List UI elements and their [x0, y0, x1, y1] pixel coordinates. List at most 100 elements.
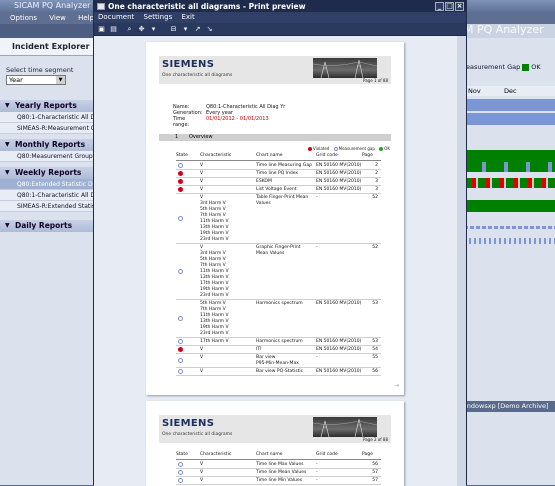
- page-number: Page 1 of 88: [363, 78, 388, 83]
- table-row[interactable]: V Bar view PQ-Statistic EN 50160 MV(2010) 5…: [176, 368, 381, 376]
- table-row[interactable]: V Time line Mean Values - 57: [176, 469, 381, 477]
- collapse-triangle-icon[interactable]: ▼: [5, 167, 10, 179]
- group-daily-reports[interactable]: ▼ Daily Reports: [0, 220, 95, 232]
- print-preview-menubar: Document Settings Exit: [94, 12, 466, 23]
- table-row[interactable]: V Time line Measuring Gap EN 50160 MV(2010…: [176, 162, 381, 170]
- export-icon[interactable]: ▤: [109, 25, 118, 34]
- gap-state-icon: [178, 216, 183, 221]
- measurement-gap-legend: easurement Gap OK: [466, 63, 541, 71]
- cell-page: 53: [372, 301, 378, 306]
- vertical-scrollbar[interactable]: [457, 36, 466, 486]
- status-bar-row: [464, 99, 555, 111]
- table-row[interactable]: V 3rd Harm V 5th Harm V 7th Harm V 11th …: [176, 194, 381, 244]
- power-line-photo: [313, 417, 377, 437]
- gap-state-icon: [178, 269, 183, 274]
- gap-state-icon: [178, 358, 183, 363]
- table-row[interactable]: 17th Harm V Harmonics spectrum EN 50160 MV…: [176, 338, 381, 346]
- table-row[interactable]: V ITI EN 50160 MV(2010) 54: [176, 346, 381, 354]
- report-item[interactable]: Q80:1-Characteristic All Diag: [0, 112, 95, 123]
- cell-chart: Time line Max Values: [256, 462, 304, 467]
- cell-grid: EN 50160 MV(2010): [316, 171, 362, 176]
- page-header: SIEMENS One characteristic all diagrams …: [159, 415, 391, 443]
- menu-help[interactable]: Help: [78, 14, 94, 22]
- cell-char: V: [200, 470, 204, 475]
- table-row[interactable]: V Time line Min Values - 57: [176, 477, 381, 485]
- table-row[interactable]: V ESKOM EN 50160 MV(2010) 3: [176, 178, 381, 186]
- zoom-icon[interactable]: ⌕: [125, 25, 134, 34]
- maximize-icon[interactable]: □: [445, 2, 454, 11]
- violated-dot-icon: [308, 147, 312, 151]
- cell-page: 55: [372, 355, 378, 360]
- zoom-reset-icon[interactable]: ↘: [205, 25, 214, 34]
- gap-state-icon: [178, 339, 183, 344]
- print-preview-toolbar: ▣ ▤ ⌕ ✥ ▾ ⊟ ▾ ↗ ↘: [94, 23, 466, 36]
- group-monthly-reports[interactable]: ▼ Monthly Reports: [0, 139, 95, 151]
- zoom-in-icon[interactable]: ↗: [193, 25, 202, 34]
- menu-view[interactable]: View: [49, 14, 66, 22]
- minimize-icon[interactable]: _: [435, 2, 444, 11]
- status-bar-row: [464, 238, 555, 244]
- menu-settings[interactable]: Settings: [144, 13, 173, 21]
- cell-grid: -: [316, 462, 318, 467]
- cell-char: V: [200, 163, 204, 168]
- fit-page-icon[interactable]: ▾: [149, 25, 158, 34]
- cell-page: 56: [372, 462, 378, 467]
- table-row[interactable]: 5th Harm V 7th Harm V 11th Harm V 13th H…: [176, 300, 381, 338]
- state-legend: Violated Measurement gap OK: [308, 146, 390, 151]
- zoom-out-icon[interactable]: ⊟: [169, 25, 178, 34]
- cell-chart: Bar view P95-Min-Mean-Max: [256, 355, 299, 366]
- group-weekly-reports[interactable]: ▼ Weekly Reports: [0, 167, 95, 179]
- menu-exit[interactable]: Exit: [181, 13, 194, 21]
- cell-page: 54: [372, 347, 378, 352]
- cell-char: 5th Harm V 7th Harm V 11th Harm V 13th H…: [200, 301, 229, 336]
- collapse-triangle-icon[interactable]: ▼: [5, 220, 10, 232]
- report-item[interactable]: SIMEAS-R:Extended Statistic: [0, 201, 95, 212]
- menu-options[interactable]: Options: [10, 14, 37, 22]
- gap-state-icon: [178, 369, 183, 374]
- collapse-triangle-icon[interactable]: ▼: [5, 100, 10, 112]
- group-yearly-reports[interactable]: ▼ Yearly Reports: [0, 100, 95, 112]
- time-segment-select[interactable]: Year ▼: [6, 75, 66, 85]
- status-bar-row: [464, 113, 555, 125]
- table-row[interactable]: V 3rd Harm V 5th Harm V 7th Harm V 11th …: [176, 244, 381, 300]
- cell-grid: EN 50160 MV(2010): [316, 179, 362, 184]
- cell-chart: Harmonics spectrum: [256, 339, 303, 344]
- cell-char: V: [200, 347, 204, 352]
- table-row[interactable]: V Time line Max Values - 56: [176, 461, 381, 469]
- report-item[interactable]: Q80:Measurement Group: [0, 151, 95, 162]
- report-item[interactable]: Q80:1-Characteristic All Diag: [0, 190, 95, 201]
- cell-chart: Harmonics spectrum: [256, 301, 303, 306]
- preview-page-1: SIEMENS One characteristic all diagrams …: [146, 42, 404, 395]
- next-arrow-icon[interactable]: →: [394, 382, 399, 389]
- menu-document[interactable]: Document: [98, 13, 134, 21]
- cell-char: V: [200, 179, 204, 184]
- explorer-title: Incident Explorer: [0, 38, 94, 56]
- table-row[interactable]: V Bar view P95-Min-Mean-Max - 55: [176, 354, 381, 368]
- preview-page-2: SIEMENS One characteristic all diagrams …: [146, 401, 404, 486]
- status-bar-row: [464, 178, 555, 188]
- close-icon[interactable]: ×: [455, 2, 464, 11]
- table-row[interactable]: V List Voltage Event EN 50160 MV(2010) 3: [176, 186, 381, 194]
- cell-chart: ESKOM: [256, 179, 272, 184]
- status-bar-row: [464, 162, 555, 172]
- zoom-out-chevron-icon[interactable]: ▾: [181, 25, 190, 34]
- chevron-down-icon[interactable]: ▼: [56, 76, 65, 84]
- cell-chart: Table Finger-Print Mean Values: [256, 195, 309, 206]
- violated-state-icon: [178, 347, 183, 352]
- cell-grid: EN 50160 MV(2010): [316, 339, 362, 344]
- siemens-logo: SIEMENS: [162, 59, 215, 70]
- print-icon[interactable]: ▣: [97, 25, 106, 34]
- gap-state-icon: [178, 470, 183, 475]
- cell-page: 56: [372, 369, 378, 374]
- cell-page: 52: [372, 245, 378, 250]
- report-item[interactable]: SIMEAS-R:Measurement Grou: [0, 123, 95, 134]
- report-item-selected[interactable]: Q80:Extended Statistic Diagr: [0, 179, 95, 190]
- page-header: SIEMENS One characteristic all diagrams …: [159, 56, 391, 84]
- report-subtitle: One characteristic all diagrams: [162, 432, 233, 437]
- fit-width-icon[interactable]: ✥: [137, 25, 146, 34]
- cell-page: 57: [372, 470, 378, 475]
- table-row[interactable]: V Time line PQ Index EN 50160 MV(2010) 2: [176, 170, 381, 178]
- preview-canvas[interactable]: SIEMENS One characteristic all diagrams …: [94, 36, 466, 486]
- collapse-triangle-icon[interactable]: ▼: [5, 139, 10, 151]
- cell-page: 52: [372, 195, 378, 200]
